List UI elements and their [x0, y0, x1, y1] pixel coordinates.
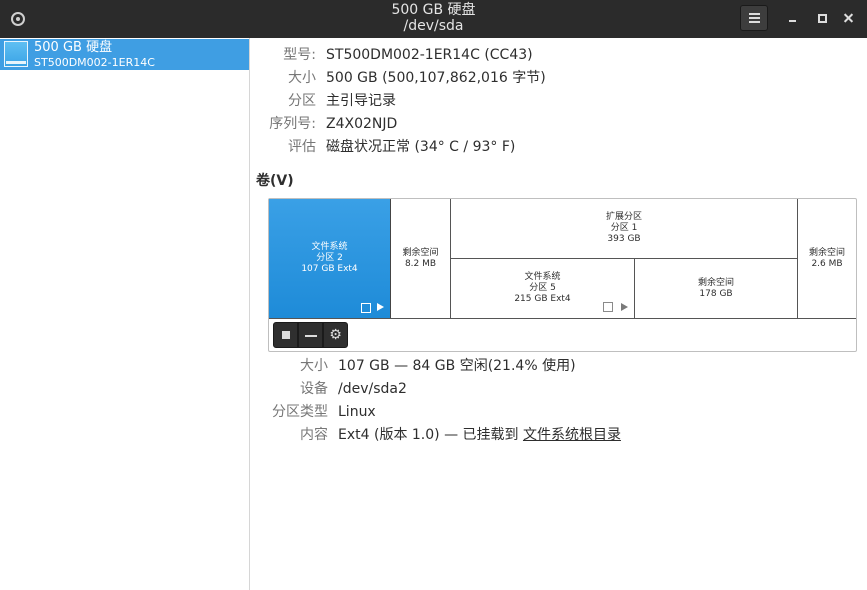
play-icon — [377, 303, 384, 311]
play-icon — [621, 303, 628, 311]
volume-size-value: 107 GB — 84 GB 空闲(21.4% 使用) — [338, 358, 576, 374]
hamburger-icon-line — [749, 17, 760, 19]
hard-disk-icon — [4, 41, 28, 67]
partition-2-segment[interactable]: 文件系统 分区 2 107 GB Ext4 — [269, 199, 391, 318]
unmount-button[interactable] — [273, 322, 298, 348]
partition-2-name: 分区 2 — [316, 253, 343, 263]
volume-size-label: 大小 — [300, 358, 328, 374]
extended-partition-segment[interactable]: 扩展分区 分区 1 393 GB — [451, 199, 798, 259]
partition-type-label: 分区类型 — [272, 404, 328, 420]
serial-value: Z4X02NJD — [326, 116, 398, 132]
assessment-label: 评估 — [288, 139, 316, 155]
maximize-button[interactable] — [814, 10, 830, 26]
minus-icon — [305, 335, 317, 337]
window-title-primary: 500 GB 硬盘 — [391, 2, 476, 18]
model-label: 型号: — [283, 47, 316, 63]
hamburger-icon — [749, 13, 760, 15]
partitioning-label: 分区 — [288, 93, 316, 109]
free-space-segment-2[interactable]: 剩余空间 178 GB — [635, 259, 798, 318]
device-label: 设备 — [300, 381, 328, 397]
title-bar: 500 GB 硬盘 /dev/sda — [0, 0, 867, 38]
volumes-heading: 卷(V) — [256, 173, 294, 189]
contents-value: Ext4 (版本 1.0) — 已挂载到 文件系统根目录 — [338, 426, 621, 444]
gear-icon: ⚙ — [329, 327, 342, 343]
partition-5-size: 215 GB Ext4 — [514, 294, 571, 304]
model-value: ST500DM002-1ER14C (CC43) — [326, 47, 533, 63]
stop-icon — [282, 331, 290, 339]
partition-settings-button[interactable]: ⚙ — [323, 322, 348, 348]
delete-partition-button[interactable] — [298, 322, 323, 348]
free-space-1-label: 剩余空间 — [402, 247, 439, 258]
free-space-2-label: 剩余空间 — [697, 277, 734, 288]
partition-5-segment[interactable]: 文件系统 分区 5 215 GB Ext4 — [451, 259, 635, 318]
close-button[interactable] — [841, 10, 857, 26]
extended-partition-size: 393 GB — [607, 234, 641, 244]
volume-map: 文件系统 分区 2 107 GB Ext4 剩余空间 8.2 MB 扩展分区 分… — [268, 198, 857, 352]
volume-map-divider — [269, 318, 856, 319]
contents-text: Ext4 (版本 1.0) — 已挂载到 — [338, 427, 523, 443]
disk-model: ST500DM002-1ER14C — [34, 56, 155, 69]
mount-point-link[interactable]: 文件系统根目录 — [523, 427, 621, 443]
menu-button[interactable] — [740, 5, 768, 31]
extended-partition-name: 分区 1 — [610, 223, 638, 233]
serial-label: 序列号: — [269, 116, 316, 132]
extended-partition-type: 扩展分区 — [605, 212, 642, 222]
free-space-segment-3[interactable]: 剩余空间 2.6 MB — [798, 199, 856, 318]
minimize-button[interactable] — [785, 10, 801, 26]
window-title-secondary: /dev/sda — [403, 18, 464, 34]
partition-2-type: 文件系统 — [311, 242, 348, 252]
partition-2-size: 107 GB Ext4 — [301, 264, 358, 274]
volume-toolbar: ⚙ — [273, 322, 348, 348]
free-space-3-size: 2.6 MB — [811, 258, 843, 269]
partition-5-type: 文件系统 — [524, 272, 561, 282]
mounted-icon — [361, 303, 371, 313]
size-value: 500 GB (500,107,862,016 字节) — [326, 70, 546, 86]
free-space-segment-1[interactable]: 剩余空间 8.2 MB — [391, 199, 451, 318]
contents-label: 内容 — [300, 427, 328, 443]
window-title: 500 GB 硬盘 /dev/sda — [0, 2, 867, 34]
hamburger-icon-line — [749, 21, 760, 23]
device-value: /dev/sda2 — [338, 381, 407, 397]
volume-info: 大小 107 GB — 84 GB 空闲(21.4% 使用) 设备 /dev/s… — [250, 357, 850, 447]
free-space-1-size: 8.2 MB — [404, 258, 437, 269]
drive-info: 型号: ST500DM002-1ER14C (CC43) 大小 500 GB (… — [250, 46, 850, 161]
partition-5-name: 分区 5 — [529, 283, 556, 293]
partition-type-value: Linux — [338, 404, 376, 420]
assessment-value: 磁盘状况正常 (34° C / 93° F) — [326, 139, 516, 155]
mounted-icon — [603, 302, 613, 312]
free-space-2-size: 178 GB — [699, 288, 733, 299]
partitioning-value: 主引导记录 — [326, 93, 396, 109]
size-label: 大小 — [288, 70, 316, 86]
disk-name: 500 GB 硬盘 — [34, 40, 113, 55]
free-space-3-label: 剩余空间 — [808, 247, 845, 258]
sidebar-item-disk[interactable]: 500 GB 硬盘 ST500DM002-1ER14C — [0, 39, 249, 70]
drive-sidebar: 500 GB 硬盘 ST500DM002-1ER14C — [0, 38, 250, 590]
